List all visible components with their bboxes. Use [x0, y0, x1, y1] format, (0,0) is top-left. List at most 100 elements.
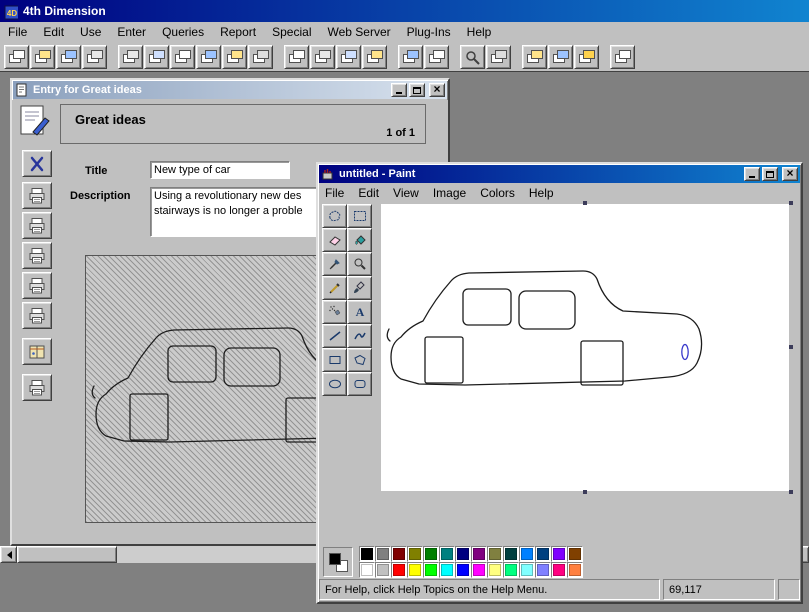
app-titlebar[interactable]: 4D 4th Dimension	[0, 0, 809, 22]
paint-menu-item-edit[interactable]: Edit	[351, 185, 386, 201]
toolbar-button-2[interactable]	[30, 45, 55, 69]
toolbar-button-11[interactable]	[284, 45, 309, 69]
color-swatch-004040[interactable]	[503, 546, 519, 562]
toolbar-button-20[interactable]	[548, 45, 573, 69]
color-swatch-0080ff[interactable]	[519, 546, 535, 562]
toolbar-search-button[interactable]	[460, 45, 485, 69]
color-swatch-ffff00[interactable]	[407, 562, 423, 578]
toolbar-button-14[interactable]	[362, 45, 387, 69]
toolbar-button-3[interactable]	[56, 45, 81, 69]
tool-polygon[interactable]	[347, 348, 372, 372]
color-swatch-00ffff[interactable]	[439, 562, 455, 578]
toolbar-button-19[interactable]	[522, 45, 547, 69]
entry-close-button[interactable]: ×	[429, 83, 445, 97]
record-tool-3[interactable]	[22, 242, 52, 269]
tool-line[interactable]	[322, 324, 347, 348]
cancel-record-button[interactable]	[22, 150, 52, 177]
color-swatch-000000[interactable]	[359, 546, 375, 562]
menu-item-edit[interactable]: Edit	[35, 23, 72, 41]
color-swatch-ff0000[interactable]	[391, 562, 407, 578]
entry-minimize-button[interactable]	[391, 83, 407, 97]
tool-eraser[interactable]	[322, 228, 347, 252]
toolbar-button-16[interactable]	[424, 45, 449, 69]
record-tool-7[interactable]	[22, 374, 52, 401]
current-colors-indicator[interactable]	[323, 547, 353, 577]
toolbar-button-6[interactable]	[144, 45, 169, 69]
record-tool-2[interactable]	[22, 212, 52, 239]
paint-menu-item-colors[interactable]: Colors	[473, 185, 522, 201]
menu-item-web-server[interactable]: Web Server	[319, 23, 398, 41]
color-swatch-0000ff[interactable]	[455, 562, 471, 578]
canvas-resize-handle[interactable]	[789, 490, 793, 494]
color-swatch-00ff00[interactable]	[423, 562, 439, 578]
paint-menu-item-file[interactable]: File	[318, 185, 351, 201]
toolbar-button-5[interactable]	[118, 45, 143, 69]
toolbar-button-21[interactable]	[574, 45, 599, 69]
canvas-resize-handle[interactable]	[583, 490, 587, 494]
toolbar-button-10[interactable]	[248, 45, 273, 69]
color-swatch-ff0080[interactable]	[551, 562, 567, 578]
menu-item-file[interactable]: File	[0, 23, 35, 41]
toolbar-button-1[interactable]	[4, 45, 29, 69]
paint-menu-item-image[interactable]: Image	[426, 185, 473, 201]
menu-item-queries[interactable]: Queries	[154, 23, 212, 41]
tool-pick-color[interactable]	[322, 252, 347, 276]
paint-close-button[interactable]: ×	[782, 167, 798, 181]
tool-rectangle[interactable]	[322, 348, 347, 372]
tool-curve[interactable]	[347, 324, 372, 348]
color-swatch-008080[interactable]	[439, 546, 455, 562]
record-tool-6[interactable]	[22, 338, 52, 365]
color-swatch-8000ff[interactable]	[551, 546, 567, 562]
menu-item-help[interactable]: Help	[459, 23, 500, 41]
entry-maximize-button[interactable]	[409, 83, 425, 97]
color-swatch-804000[interactable]	[567, 546, 583, 562]
color-swatch-ffffff[interactable]	[359, 562, 375, 578]
paint-menu-item-view[interactable]: View	[386, 185, 426, 201]
tool-pencil[interactable]	[322, 276, 347, 300]
menu-item-special[interactable]: Special	[264, 23, 319, 41]
entry-titlebar[interactable]: Entry for Great ideas ×	[13, 81, 447, 99]
paint-menu-item-help[interactable]: Help	[522, 185, 561, 201]
title-input[interactable]	[150, 161, 290, 179]
record-tool-1[interactable]	[22, 182, 52, 209]
tool-rounded-rectangle[interactable]	[347, 372, 372, 396]
color-swatch-008000[interactable]	[423, 546, 439, 562]
toolbar-button-8[interactable]	[196, 45, 221, 69]
tool-ellipse[interactable]	[322, 372, 347, 396]
tool-text[interactable]: A	[347, 300, 372, 324]
toolbar-button-9[interactable]	[222, 45, 247, 69]
tool-brush[interactable]	[347, 276, 372, 300]
toolbar-button-4[interactable]	[82, 45, 107, 69]
color-swatch-800000[interactable]	[391, 546, 407, 562]
tool-free-form-select[interactable]	[322, 204, 347, 228]
color-swatch-c0c0c0[interactable]	[375, 562, 391, 578]
color-swatch-808000[interactable]	[407, 546, 423, 562]
scroll-left-button[interactable]	[0, 546, 17, 563]
menu-item-use[interactable]: Use	[72, 23, 109, 41]
tool-fill[interactable]	[347, 228, 372, 252]
color-swatch-808080[interactable]	[375, 546, 391, 562]
color-swatch-8080ff[interactable]	[535, 562, 551, 578]
canvas-resize-handle[interactable]	[789, 345, 793, 349]
color-swatch-000080[interactable]	[455, 546, 471, 562]
color-swatch-80ffff[interactable]	[519, 562, 535, 578]
paint-canvas[interactable]	[381, 204, 789, 491]
toolbar-button-12[interactable]	[310, 45, 335, 69]
canvas-resize-handle[interactable]	[789, 201, 793, 205]
record-tool-4[interactable]	[22, 272, 52, 299]
color-swatch-808040[interactable]	[487, 546, 503, 562]
toolbar-button-22[interactable]	[610, 45, 635, 69]
toolbar-button-7[interactable]	[170, 45, 195, 69]
record-tool-5[interactable]	[22, 302, 52, 329]
menu-item-plug-ins[interactable]: Plug-Ins	[399, 23, 459, 41]
paint-titlebar[interactable]: untitled - Paint ×	[319, 165, 800, 183]
color-swatch-800080[interactable]	[471, 546, 487, 562]
tool-magnifier[interactable]	[347, 252, 372, 276]
color-swatch-ff8040[interactable]	[567, 562, 583, 578]
canvas-resize-handle[interactable]	[583, 201, 587, 205]
paint-maximize-button[interactable]	[762, 167, 778, 181]
tool-select[interactable]	[347, 204, 372, 228]
color-swatch-00ff80[interactable]	[503, 562, 519, 578]
toolbar-button-18[interactable]	[486, 45, 511, 69]
color-swatch-ff00ff[interactable]	[471, 562, 487, 578]
